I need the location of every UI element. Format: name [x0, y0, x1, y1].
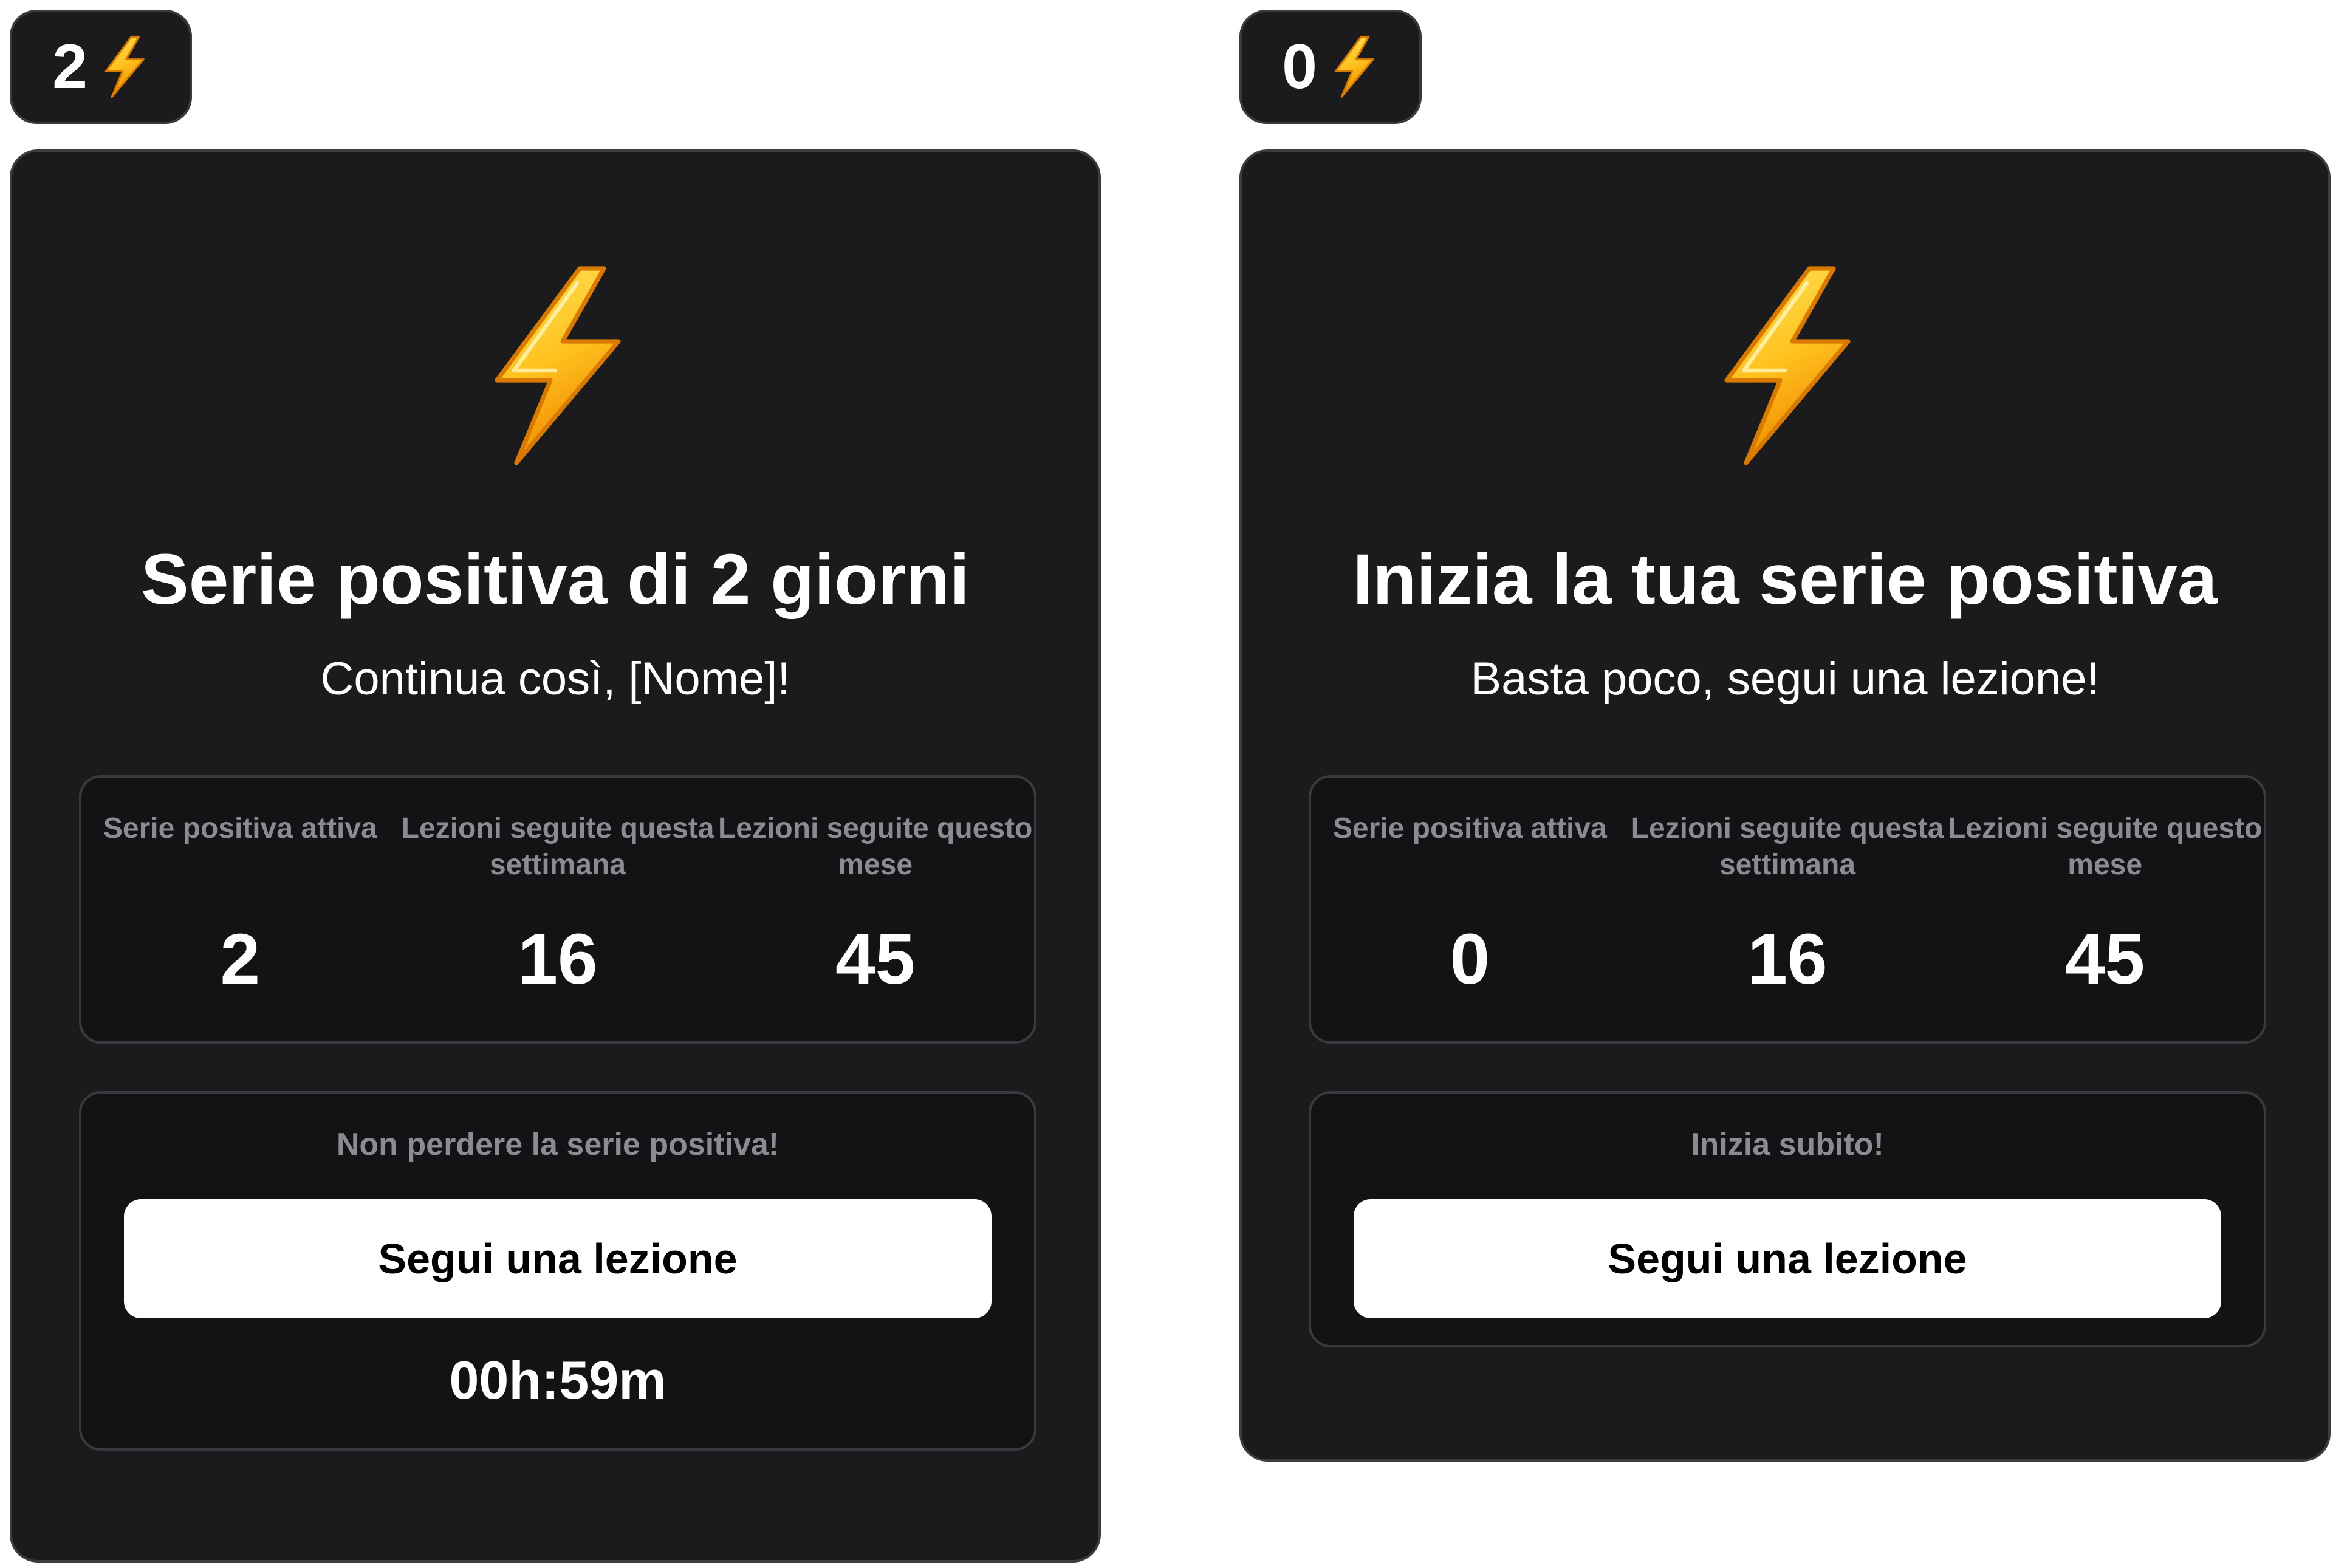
stat-value: 16 — [518, 919, 598, 999]
streak-badge[interactable]: 2 — [10, 10, 192, 124]
streak-badge[interactable]: 0 — [1239, 10, 1422, 124]
lightning-bolt-icon — [104, 35, 145, 98]
follow-lesson-button[interactable]: Segui una lezione — [1354, 1199, 2221, 1318]
stat-value: 16 — [1747, 919, 1828, 999]
streak-subtitle: Basta poco, segui una lezione! — [1470, 653, 2100, 705]
countdown-timer: 00h:59m — [449, 1350, 666, 1410]
stat-lessons-month: Lezioni seguite questo mese 45 — [1946, 778, 2264, 1041]
cta-hint: Inizia subito! — [1691, 1127, 1884, 1162]
stat-lessons-week: Lezioni seguite questa settimana 16 — [399, 778, 717, 1041]
stat-active-streak: Serie positiva attiva 2 — [81, 778, 399, 1041]
stat-label: Serie positiva attiva — [103, 812, 377, 844]
stat-value: 2 — [220, 919, 261, 999]
lightning-bolt-icon — [1334, 35, 1374, 98]
stats-panel: Serie positiva attiva 0 Lezioni seguite … — [1309, 775, 2266, 1044]
stat-label: Lezioni seguite questa settimana — [1631, 812, 1944, 881]
stats-panel: Serie positiva attiva 2 Lezioni seguite … — [79, 775, 1036, 1044]
streak-title: Inizia la tua serie positiva — [1352, 539, 2218, 620]
cta-hint: Non perdere la serie positiva! — [336, 1127, 779, 1162]
stat-lessons-week: Lezioni seguite questa settimana 16 — [1629, 778, 1947, 1041]
stat-label: Lezioni seguite questo mese — [718, 812, 1033, 881]
streak-card: Inizia la tua serie positiva Basta poco,… — [1239, 149, 2331, 1462]
stat-label: Lezioni seguite questa settimana — [401, 812, 714, 881]
streak-badge-count: 2 — [52, 32, 87, 102]
stat-value: 45 — [2065, 919, 2145, 999]
stat-active-streak: Serie positiva attiva 0 — [1311, 778, 1629, 1041]
cta-panel: Inizia subito! Segui una lezione — [1309, 1091, 2266, 1347]
lightning-bolt-icon — [495, 266, 621, 465]
cta-panel: Non perdere la serie positiva! Segui una… — [79, 1091, 1036, 1451]
stat-value: 0 — [1450, 919, 1490, 999]
streak-subtitle: Continua così, [Nome]! — [320, 653, 790, 705]
streak-badge-count: 0 — [1282, 32, 1317, 102]
stat-label: Lezioni seguite questo mese — [1947, 812, 2263, 881]
stat-label: Serie positiva attiva — [1332, 812, 1607, 844]
streak-card: Serie positiva di 2 giorni Continua così… — [10, 149, 1101, 1563]
streak-title: Serie positiva di 2 giorni — [141, 539, 970, 620]
stat-lessons-month: Lezioni seguite questo mese 45 — [716, 778, 1034, 1041]
stat-value: 45 — [835, 919, 916, 999]
follow-lesson-button[interactable]: Segui una lezione — [124, 1199, 992, 1318]
lightning-bolt-icon — [1724, 266, 1851, 465]
